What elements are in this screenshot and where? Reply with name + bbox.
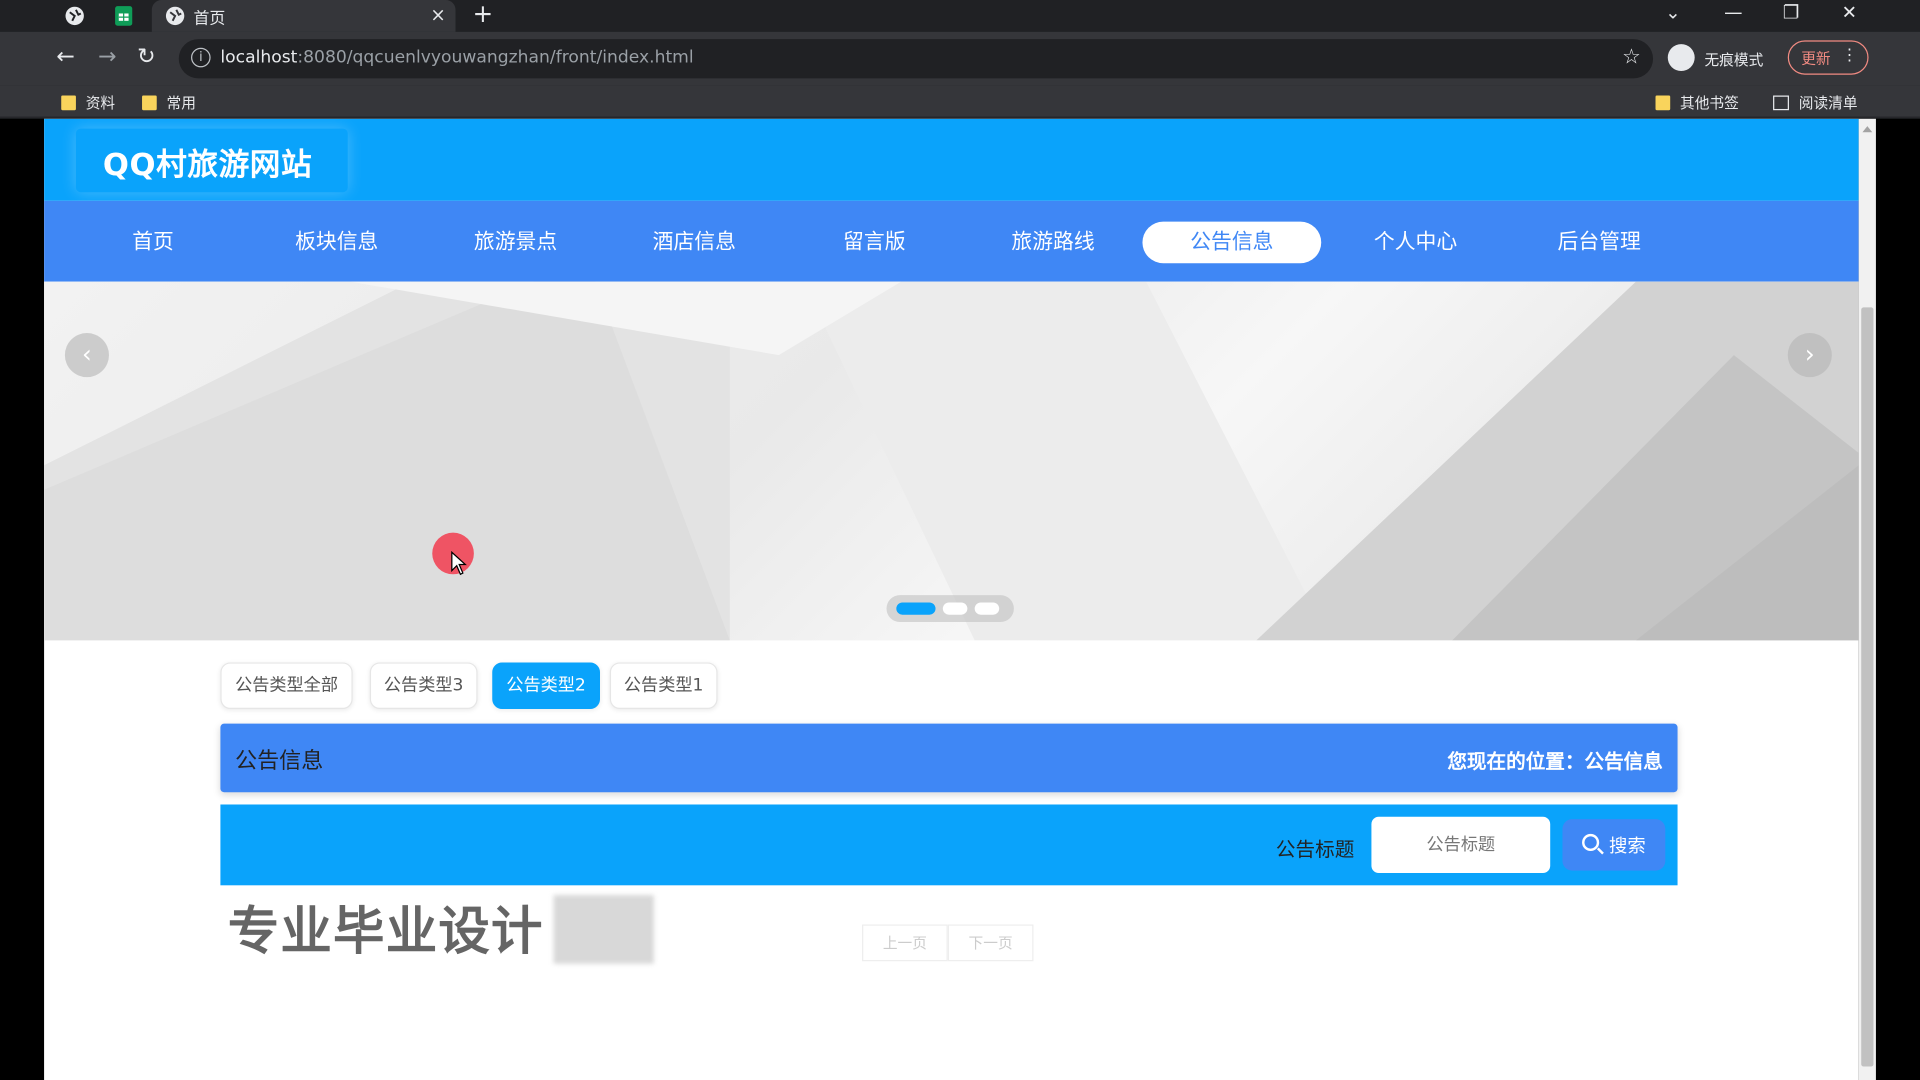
globe-icon xyxy=(165,6,185,26)
site-header: QQ村旅游网站 xyxy=(44,118,1859,201)
forward-button[interactable]: → xyxy=(98,44,116,70)
tab-strip: 首页 × + ⌄ — ❐ ✕ xyxy=(0,0,1920,32)
banner-carousel[interactable]: ‹ › xyxy=(44,281,1859,641)
carousel-dot-1[interactable] xyxy=(896,602,936,615)
prev-page-button[interactable]: 上一页 xyxy=(862,924,948,962)
restore-button[interactable]: ❐ xyxy=(1783,1,1799,23)
bookmark-label: 其他书签 xyxy=(1680,94,1739,112)
bookmarks-bar: 资料 常用 其他书签 阅读清单 xyxy=(0,85,1920,118)
filter-type2[interactable]: 公告类型2 xyxy=(492,662,601,709)
nav-item-routes[interactable]: 旅游路线 xyxy=(964,222,1143,264)
url-host: localhost xyxy=(220,47,298,68)
search-input[interactable] xyxy=(1371,816,1551,874)
next-page-button[interactable]: 下一页 xyxy=(947,924,1034,962)
tab-title: 首页 xyxy=(193,9,226,29)
search-bar: 公告标题 搜索 xyxy=(220,804,1678,886)
section-header: 公告信息 您现在的位置：公告信息 xyxy=(220,723,1678,793)
bookmark-label: 资料 xyxy=(85,94,116,112)
incognito-label[interactable]: 无痕模式 xyxy=(1704,49,1763,70)
bookmark-label: 常用 xyxy=(166,94,196,112)
folder-icon xyxy=(1655,95,1671,111)
bookmark-folder[interactable]: 资料 xyxy=(61,92,115,113)
new-tab-button[interactable]: + xyxy=(473,0,494,28)
scrollbar-thumb[interactable] xyxy=(1861,307,1874,1067)
carousel-dot-3[interactable] xyxy=(974,602,1000,615)
close-window-button[interactable]: ✕ xyxy=(1842,1,1857,23)
address-bar[interactable]: i localhost:8080/qqcuenlvyouwangzhan/fro… xyxy=(178,39,1654,79)
section-title: 公告信息 xyxy=(235,748,324,774)
tab-active[interactable]: 首页 × xyxy=(151,0,456,32)
search-button-label: 搜索 xyxy=(1608,835,1646,858)
nav-item-attractions[interactable]: 旅游景点 xyxy=(426,222,605,264)
nav-item-hotels[interactable]: 酒店信息 xyxy=(605,222,784,264)
bookmark-star-icon[interactable]: ☆ xyxy=(1622,45,1641,69)
url-text[interactable]: localhost:8080/qqcuenlvyouwangzhan/front… xyxy=(220,48,693,68)
menu-icon[interactable]: ⋮ xyxy=(1842,47,1858,65)
nav-item-messages[interactable]: 留言版 xyxy=(785,222,964,264)
close-tab-icon[interactable]: × xyxy=(430,4,445,26)
browser-toolbar: ← → ↻ i localhost:8080/qqcuenlvyouwangzh… xyxy=(0,31,1920,86)
back-button[interactable]: ← xyxy=(56,44,74,70)
incognito-icon[interactable] xyxy=(1667,44,1695,72)
search-icon-handle xyxy=(1596,847,1604,855)
other-bookmarks[interactable]: 其他书签 xyxy=(1655,92,1739,113)
url-path: :8080/qqcuenlvyouwangzhan/front/index.ht… xyxy=(297,47,694,68)
nav-item-home[interactable]: 首页 xyxy=(64,222,243,264)
blurred-region xyxy=(553,895,654,964)
tab-search-icon[interactable]: ⌄ xyxy=(1665,1,1680,23)
folder-icon xyxy=(61,95,76,111)
reading-list-icon xyxy=(1773,95,1789,111)
search-button[interactable]: 搜索 xyxy=(1562,819,1666,871)
filter-type3[interactable]: 公告类型3 xyxy=(369,662,478,709)
watermark-text: 专业毕业设计 xyxy=(227,901,544,962)
sheets-icon[interactable] xyxy=(113,5,135,27)
minimize-button[interactable]: — xyxy=(1724,1,1742,23)
web-page: QQ村旅游网站 首页 板块信息 旅游景点 酒店信息 留言版 旅游路线 公告信息 … xyxy=(44,118,1859,1080)
breadcrumb: 您现在的位置：公告信息 xyxy=(1447,749,1663,773)
search-label: 公告标题 xyxy=(1275,837,1355,861)
banner-background xyxy=(44,281,1859,641)
carousel-indicators xyxy=(886,595,1014,623)
reload-button[interactable]: ↻ xyxy=(137,44,155,70)
nav-item-board[interactable]: 板块信息 xyxy=(247,222,426,264)
site-title[interactable]: QQ村旅游网站 xyxy=(103,141,312,185)
page-viewport: QQ村旅游网站 首页 板块信息 旅游景点 酒店信息 留言版 旅游路线 公告信息 … xyxy=(0,118,1920,1080)
nav-item-profile[interactable]: 个人中心 xyxy=(1326,222,1505,264)
bookmark-folder[interactable]: 常用 xyxy=(142,92,196,113)
mouse-cursor-icon xyxy=(451,551,467,576)
filter-all[interactable]: 公告类型全部 xyxy=(220,662,353,709)
reading-list[interactable]: 阅读清单 xyxy=(1773,92,1858,113)
banner-prev-button[interactable]: ‹ xyxy=(64,333,109,378)
banner-next-button[interactable]: › xyxy=(1787,333,1832,378)
reading-list-label: 阅读清单 xyxy=(1798,94,1858,112)
main-nav: 首页 板块信息 旅游景点 酒店信息 留言版 旅游路线 公告信息 个人中心 后台管… xyxy=(44,200,1859,282)
site-info-icon[interactable]: i xyxy=(191,47,211,68)
nav-item-notices[interactable]: 公告信息 xyxy=(1142,221,1322,264)
scroll-up-icon[interactable] xyxy=(1862,126,1873,133)
filter-type1[interactable]: 公告类型1 xyxy=(609,662,718,709)
folder-icon xyxy=(142,95,157,111)
update-button[interactable]: 更新 ⋮ xyxy=(1787,40,1869,75)
browser-window: 首页 × + ⌄ — ❐ ✕ ← → ↻ i localhost:8080/qq… xyxy=(0,0,1920,1080)
update-label: 更新 xyxy=(1801,50,1831,68)
globe-icon[interactable] xyxy=(64,5,86,27)
carousel-dot-2[interactable] xyxy=(942,602,968,615)
nav-item-admin[interactable]: 后台管理 xyxy=(1510,222,1689,264)
